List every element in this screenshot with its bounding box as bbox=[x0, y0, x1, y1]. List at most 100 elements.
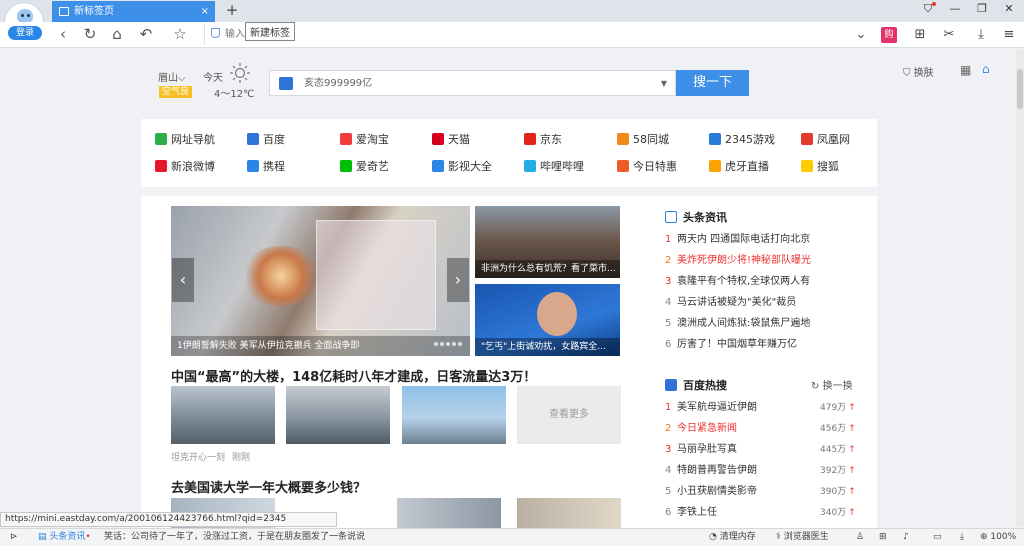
carousel-image-screen bbox=[316, 220, 436, 330]
close-window-icon[interactable]: ✕ bbox=[1001, 2, 1017, 15]
back-icon[interactable]: ‹ bbox=[54, 25, 72, 43]
site-link[interactable]: 哔哩哔哩 bbox=[524, 160, 584, 174]
site-link[interactable]: 京东 bbox=[524, 133, 562, 147]
hot-search-item[interactable]: 3 马丽孕肚写真 bbox=[665, 443, 737, 457]
news-thumb-1[interactable]: 非洲为什么总有饥荒？看了菜市... bbox=[475, 206, 620, 278]
refresh-hot-button[interactable]: ↻ 换一换 bbox=[811, 377, 853, 392]
status-news-text[interactable]: 笑话：公司待了一年了，没涨过工资，于是在朋友圈发了一条说说 bbox=[104, 529, 365, 546]
search-dropdown-icon[interactable]: ▼ bbox=[661, 71, 667, 97]
skin-shirt-icon[interactable]: ⛉ bbox=[920, 2, 936, 16]
skin-button[interactable]: ⛉ 换肤 bbox=[903, 64, 934, 79]
rank-number: 5 bbox=[665, 486, 672, 497]
site-link-label: 虎牙直播 bbox=[725, 160, 769, 173]
restore-icon[interactable]: ❐ bbox=[974, 2, 990, 15]
shopping-icon[interactable]: 购 bbox=[881, 27, 897, 43]
sidebar-toggle-icon[interactable]: ⊳ bbox=[10, 529, 18, 546]
view-more-button[interactable]: 查看更多 bbox=[517, 386, 621, 444]
view-icon[interactable]: ⊞ bbox=[879, 529, 887, 546]
news-carousel[interactable]: 1伊朗誓解失败 美军从伊拉克撤兵 全面战争即 bbox=[171, 206, 470, 356]
undo-icon[interactable]: ↶ bbox=[137, 25, 155, 43]
hot-search-item[interactable]: 2 今日紧急新闻 bbox=[665, 422, 737, 436]
rank-number: 4 bbox=[665, 297, 672, 308]
site-logo-icon bbox=[155, 160, 167, 172]
headline-item[interactable]: 6 厉害了！中国烟草年赚万亿 bbox=[665, 338, 797, 352]
tab-close-button[interactable]: × bbox=[201, 1, 209, 22]
site-link[interactable]: 虎牙直播 bbox=[709, 160, 769, 174]
hot-search-text: 小丑获剧情类影帝 bbox=[677, 486, 757, 497]
headline-item[interactable]: 2 美炸死伊朗少将!神秘部队曝光 bbox=[665, 254, 811, 268]
site-link[interactable]: 新浪微博 bbox=[155, 160, 215, 174]
refresh-icon[interactable]: ↻ bbox=[81, 25, 99, 43]
login-button[interactable]: 登录 bbox=[8, 26, 42, 40]
article-image-3[interactable] bbox=[402, 386, 506, 444]
hot-search-item[interactable]: 5 小丑获剧情类影帝 bbox=[665, 485, 757, 499]
status-news-label[interactable]: ▤ 头条资讯• bbox=[38, 529, 91, 546]
apps-grid-icon[interactable]: ⊞ bbox=[911, 27, 929, 43]
scrollbar-thumb[interactable] bbox=[1017, 69, 1023, 109]
carousel-dots[interactable] bbox=[432, 336, 462, 349]
hot-search-value: 392万 ↑ bbox=[820, 464, 856, 478]
site-link-label: 影视大全 bbox=[448, 160, 492, 173]
address-input[interactable]: 输入网址或搜索 bbox=[204, 25, 858, 45]
article-title[interactable]: 中国“最高”的大楼，148亿耗时八年才建成，日客流量达3万！ bbox=[171, 366, 536, 385]
article2-image-2[interactable] bbox=[397, 498, 501, 528]
site-link[interactable]: 搜狐 bbox=[801, 160, 839, 174]
tab-new-tab-page[interactable]: 新标签页 × bbox=[52, 1, 215, 22]
hot-search-item[interactable]: 4 特朗普再警告伊朗 bbox=[665, 464, 757, 478]
carousel-next-button[interactable]: › bbox=[447, 258, 469, 302]
site-link[interactable]: 天猫 bbox=[432, 133, 470, 147]
news-thumb-2[interactable]: "乞丐"上街诚劝扰，女路宾全... bbox=[475, 284, 620, 356]
carousel-image-fire bbox=[241, 246, 321, 306]
avatar-eye-left bbox=[21, 14, 24, 17]
download-icon[interactable]: ⤓ bbox=[972, 27, 990, 43]
site-link[interactable]: 爱淘宝 bbox=[340, 133, 389, 147]
home-icon[interactable]: ⌂ bbox=[108, 25, 126, 43]
search-button[interactable]: 搜一下 bbox=[676, 70, 749, 96]
site-link[interactable]: 网址导航 bbox=[155, 133, 215, 147]
hot-search-item[interactable]: 6 李铁上任 bbox=[665, 506, 717, 520]
browser-doctor-button[interactable]: ⚕ 浏览器医生 bbox=[776, 529, 829, 546]
sound-icon[interactable]: ♪ bbox=[903, 529, 909, 546]
window-icon[interactable]: ▭ bbox=[933, 529, 942, 546]
headline-item[interactable]: 5 澳洲成人间炼狱:袋鼠焦尸遍地 bbox=[665, 317, 810, 331]
headline-item[interactable]: 3 袁隆平有个特权,全球仅两人有 bbox=[665, 275, 810, 289]
rank-number: 6 bbox=[665, 339, 672, 350]
carousel-prev-button[interactable]: ‹ bbox=[172, 258, 194, 302]
clean-label: 清理内存 bbox=[719, 532, 756, 542]
layout-icon[interactable]: ▦ bbox=[960, 63, 971, 77]
article-image-1[interactable] bbox=[171, 386, 275, 444]
site-link[interactable]: 百度 bbox=[247, 133, 285, 147]
headline-item[interactable]: 1 两天内 四通国际电话打向北京 bbox=[665, 233, 810, 247]
article-title[interactable]: 去美国读大学一年大概要多少钱？ bbox=[171, 477, 366, 496]
hot-search-item[interactable]: 1 美军航母逼近伊朗 bbox=[665, 401, 757, 415]
site-logo-icon bbox=[247, 160, 259, 172]
site-link[interactable]: 今日特惠 bbox=[617, 160, 677, 174]
site-link[interactable]: 携程 bbox=[247, 160, 285, 174]
homepage-icon[interactable]: ⌂ bbox=[982, 62, 990, 76]
site-link-label: 今日特惠 bbox=[633, 160, 677, 173]
scissors-icon[interactable]: ✂ bbox=[940, 27, 958, 43]
article-image-2[interactable] bbox=[286, 386, 390, 444]
star-icon[interactable]: ☆ bbox=[171, 25, 189, 43]
site-link[interactable]: 58同城 bbox=[617, 133, 669, 147]
site-link[interactable]: 2345游戏 bbox=[709, 133, 775, 147]
clean-memory-button[interactable]: ◔ 清理内存 bbox=[709, 529, 756, 546]
menu-icon[interactable]: ≡ bbox=[1000, 27, 1018, 43]
download-status-icon[interactable]: ⤓ bbox=[960, 529, 964, 546]
status-news-label-text: 头条资讯 bbox=[49, 532, 86, 542]
site-link[interactable]: 影视大全 bbox=[432, 160, 492, 174]
article2-image-3[interactable] bbox=[517, 498, 621, 528]
vertical-scrollbar[interactable] bbox=[1016, 49, 1024, 527]
site-link[interactable]: 爱奇艺 bbox=[340, 160, 389, 174]
headline-item[interactable]: 4 马云讲话被疑为"美化"裁员 bbox=[665, 296, 796, 310]
address-dropdown-icon[interactable]: ⌄ bbox=[852, 27, 870, 43]
site-link[interactable]: 凤凰网 bbox=[801, 133, 850, 147]
weather-city[interactable]: 眉山⌵ bbox=[158, 69, 186, 84]
zoom-control[interactable]: ⊕ 100% bbox=[980, 529, 1016, 546]
extension-icon[interactable]: ♙ bbox=[856, 529, 864, 546]
minimize-icon[interactable]: — bbox=[947, 2, 963, 15]
trend-up-icon: ↑ bbox=[848, 466, 856, 476]
search-input[interactable]: 亥态999999亿 ▼ bbox=[269, 70, 676, 96]
site-link-label: 哔哩哔哩 bbox=[540, 160, 584, 173]
new-tab-button[interactable]: + bbox=[223, 0, 241, 22]
